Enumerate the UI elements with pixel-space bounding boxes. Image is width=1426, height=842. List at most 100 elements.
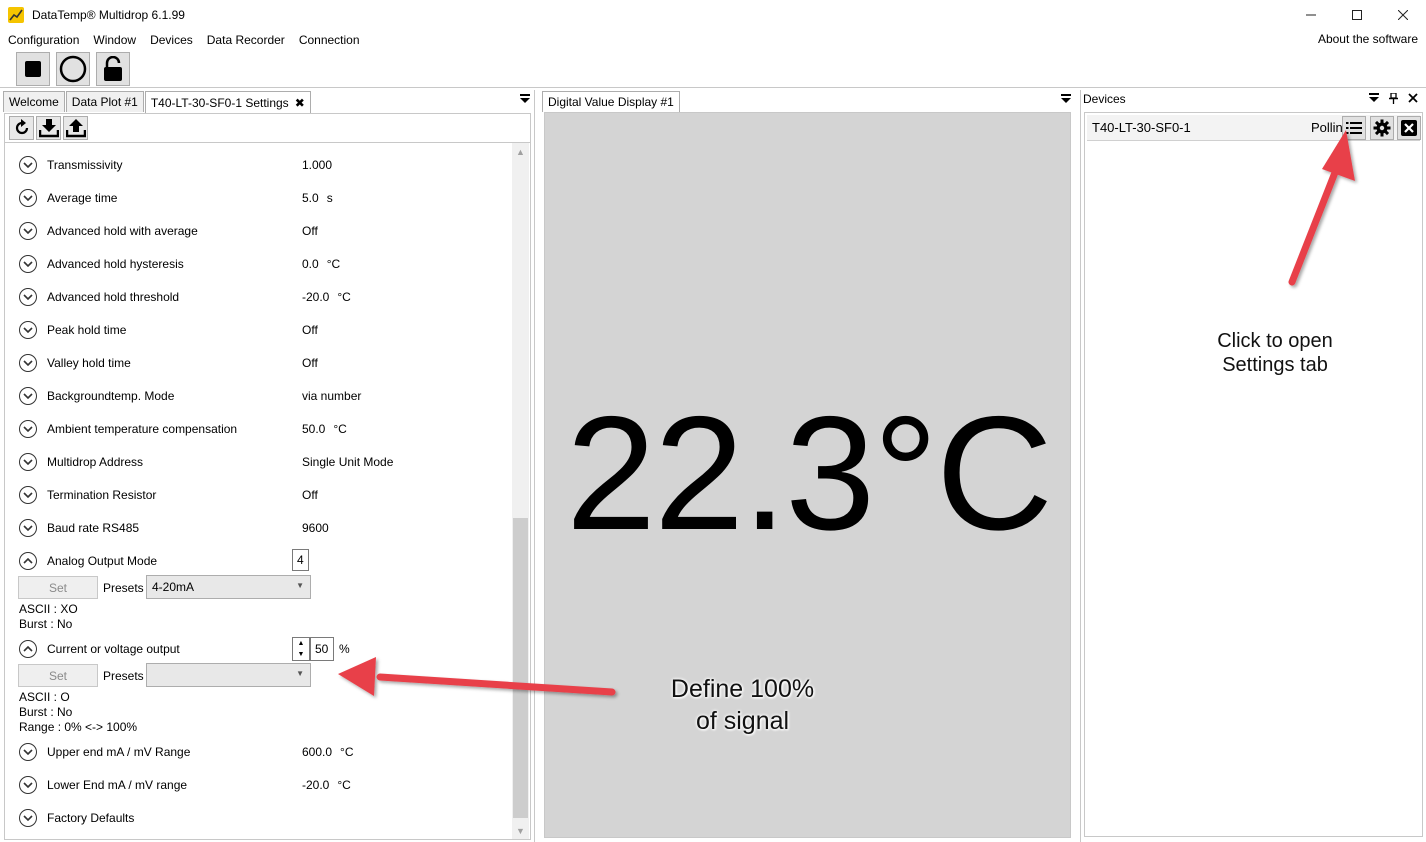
settings-scrollbar[interactable]: ▲ ▼ <box>512 143 529 839</box>
menu-window[interactable]: Window <box>86 33 143 47</box>
panel-menu-icon[interactable] <box>1061 94 1071 106</box>
menu-data-recorder[interactable]: Data Recorder <box>200 33 292 47</box>
chevron-up-icon[interactable] <box>19 552 37 570</box>
menu-configuration[interactable]: Configuration <box>0 33 86 47</box>
setting-row: Multidrop Address Single Unit Mode <box>19 452 393 472</box>
tab-data-plot[interactable]: Data Plot #1 <box>65 91 144 112</box>
chevron-up-icon[interactable] <box>19 640 37 658</box>
setting-label: Backgroundtemp. Mode <box>47 389 175 403</box>
scroll-thumb[interactable] <box>513 518 528 818</box>
device-row[interactable]: T40-LT-30-SF0-1 Polling <box>1087 115 1421 141</box>
setting-row-current-voltage-output: Current or voltage output <box>19 639 297 659</box>
setting-row: Advanced hold with average Off <box>19 221 318 241</box>
setting-row: Lower End mA / mV range -20.0 °C <box>19 775 351 795</box>
menu-about[interactable]: About the software <box>1318 32 1418 46</box>
circle-icon <box>59 55 87 83</box>
setting-row: Transmissivity 1.000 <box>19 155 332 175</box>
panel-menu-icon[interactable] <box>520 94 530 106</box>
chevron-down-icon[interactable] <box>19 189 37 207</box>
close-tab-icon[interactable]: ✖ <box>295 96 305 110</box>
setting-row: Advanced hold hysteresis 0.0 °C <box>19 254 340 274</box>
analog-set-button[interactable]: Set <box>18 576 98 599</box>
spin-up-icon[interactable]: ▲ <box>293 638 309 649</box>
setting-value: 1.000 <box>302 158 333 172</box>
upload-button[interactable] <box>63 116 88 140</box>
tab-digital-value-display[interactable]: Digital Value Display #1 <box>542 91 680 112</box>
current-output-spinner[interactable]: ▲ ▼ <box>292 637 310 661</box>
chevron-down-icon[interactable] <box>19 321 37 339</box>
setting-value: Off <box>302 323 318 337</box>
setting-value: 0.0 °C <box>302 257 341 271</box>
current-info: ASCII : O Burst : No Range : 0% <-> 100% <box>19 690 138 734</box>
tab-settings[interactable]: T40-LT-30-SF0-1 Settings ✖ <box>144 91 311 113</box>
setting-row: Baud rate RS485 9600 <box>19 518 329 538</box>
menu-connection[interactable]: Connection <box>292 33 367 47</box>
maximize-button[interactable] <box>1334 0 1380 30</box>
chevron-down-icon[interactable] <box>19 743 37 761</box>
panel-menu-icon[interactable] <box>1369 93 1379 107</box>
refresh-button[interactable] <box>9 116 34 140</box>
chevron-down-icon[interactable] <box>19 486 37 504</box>
title-bar: DataTemp® Multidrop 6.1.99 <box>0 0 1426 30</box>
app-logo-icon <box>8 7 24 23</box>
current-output-value[interactable]: 50 <box>310 637 334 661</box>
devices-title: Devices <box>1083 92 1126 106</box>
setting-label: Upper end mA / mV Range <box>47 745 191 759</box>
tab-welcome[interactable]: Welcome <box>3 91 65 112</box>
analog-mode-value[interactable]: 4 <box>292 549 309 571</box>
chevron-down-icon[interactable] <box>19 156 37 174</box>
device-remove-button[interactable] <box>1397 116 1421 140</box>
scroll-up-icon[interactable]: ▲ <box>512 143 529 160</box>
current-presets-select[interactable]: ▼ <box>146 663 311 687</box>
setting-value: Off <box>302 356 318 370</box>
setting-value: -20.0 °C <box>302 290 351 304</box>
scroll-down-icon[interactable]: ▼ <box>512 822 529 839</box>
device-configure-button[interactable] <box>1370 116 1394 140</box>
setting-value: Off <box>302 224 318 238</box>
chevron-down-icon[interactable] <box>19 420 37 438</box>
minimize-button[interactable] <box>1288 0 1334 30</box>
chevron-down-icon[interactable] <box>19 255 37 273</box>
chevron-down-icon[interactable] <box>19 222 37 240</box>
current-set-button[interactable]: Set <box>18 664 98 687</box>
stop-button[interactable] <box>16 52 50 86</box>
device-settings-list-button[interactable] <box>1342 116 1366 140</box>
spin-down-icon[interactable]: ▼ <box>293 649 309 660</box>
record-button[interactable] <box>56 52 90 86</box>
menu-devices[interactable]: Devices <box>143 33 200 47</box>
chevron-down-icon[interactable] <box>19 519 37 537</box>
setting-label: Valley hold time <box>47 356 131 370</box>
close-panel-icon[interactable] <box>1408 93 1418 107</box>
setting-value <box>302 811 310 825</box>
chevron-down-icon[interactable] <box>19 809 37 827</box>
annotation-define-signal: Define 100% of signal <box>670 675 815 735</box>
setting-value: 50.0 °C <box>302 422 347 436</box>
lock-button[interactable] <box>96 52 130 86</box>
chevron-down-icon[interactable] <box>19 288 37 306</box>
toolbar <box>0 50 1426 88</box>
analog-presets-select[interactable]: 4-20mA ▼ <box>146 575 311 599</box>
setting-row: Peak hold time Off <box>19 320 318 340</box>
download-button[interactable] <box>36 116 61 140</box>
chevron-down-icon[interactable] <box>19 453 37 471</box>
lock-icon <box>104 56 122 81</box>
setting-row: Termination Resistor Off <box>19 485 318 505</box>
chevron-down-icon[interactable] <box>19 387 37 405</box>
devices-list: T40-LT-30-SF0-1 Polling <box>1084 112 1423 837</box>
setting-label: Lower End mA / mV range <box>47 778 188 792</box>
device-name: T40-LT-30-SF0-1 <box>1092 120 1191 135</box>
annotation-settings-tab: Click to open Settings tab <box>1217 330 1333 376</box>
chevron-down-icon: ▼ <box>296 669 304 678</box>
devices-panel: Devices T40-LT-30-SF0-1 Polling <box>1080 90 1426 842</box>
settings-panel: Welcome Data Plot #1 T40-LT-30-SF0-1 Set… <box>0 90 535 842</box>
setting-row: Backgroundtemp. Mode via number <box>19 386 361 406</box>
chevron-down-icon[interactable] <box>19 354 37 372</box>
setting-value: 5.0 s <box>302 191 333 205</box>
download-icon <box>38 119 59 138</box>
close-window-button[interactable] <box>1380 0 1426 30</box>
pin-icon[interactable] <box>1389 92 1398 107</box>
current-presets-label: Presets <box>103 669 144 683</box>
setting-row: Average time 5.0 s <box>19 188 333 208</box>
stop-icon <box>25 61 41 77</box>
chevron-down-icon[interactable] <box>19 776 37 794</box>
